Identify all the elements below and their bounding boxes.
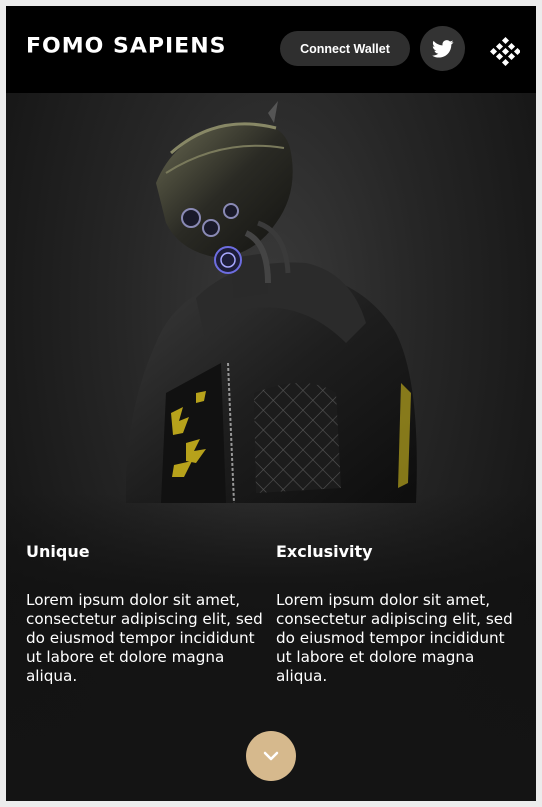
- feature-exclusivity: Exclusivity Lorem ipsum dolor sit amet, …: [276, 542, 514, 686]
- hero-section: Unique Lorem ipsum dolor sit amet, conse…: [6, 93, 536, 801]
- diamond-grid-menu-icon: [489, 36, 522, 67]
- menu-button[interactable]: [489, 36, 522, 67]
- feature-text: Lorem ipsum dolor sit amet, consectetur …: [26, 591, 263, 685]
- site-header: FOMO SAPIENS Connect Wallet: [6, 6, 536, 93]
- page-frame: FOMO SAPIENS Connect Wallet Unique Lorem…: [6, 6, 536, 801]
- twitter-icon: [431, 39, 453, 58]
- connect-wallet-button[interactable]: Connect Wallet: [280, 31, 410, 66]
- scroll-down-button[interactable]: [246, 731, 296, 781]
- feature-title: Unique: [26, 542, 90, 561]
- site-logo[interactable]: FOMO SAPIENS: [26, 35, 226, 59]
- feature-text: Lorem ipsum dolor sit amet, consectetur …: [276, 591, 513, 685]
- feature-title: Exclusivity: [276, 542, 373, 561]
- feature-unique: Unique Lorem ipsum dolor sit amet, conse…: [26, 542, 264, 686]
- hero-character-image: [125, 101, 417, 504]
- chevron-down-icon: [263, 751, 279, 761]
- features-section: Unique Lorem ipsum dolor sit amet, conse…: [26, 542, 516, 686]
- twitter-button[interactable]: [420, 26, 465, 71]
